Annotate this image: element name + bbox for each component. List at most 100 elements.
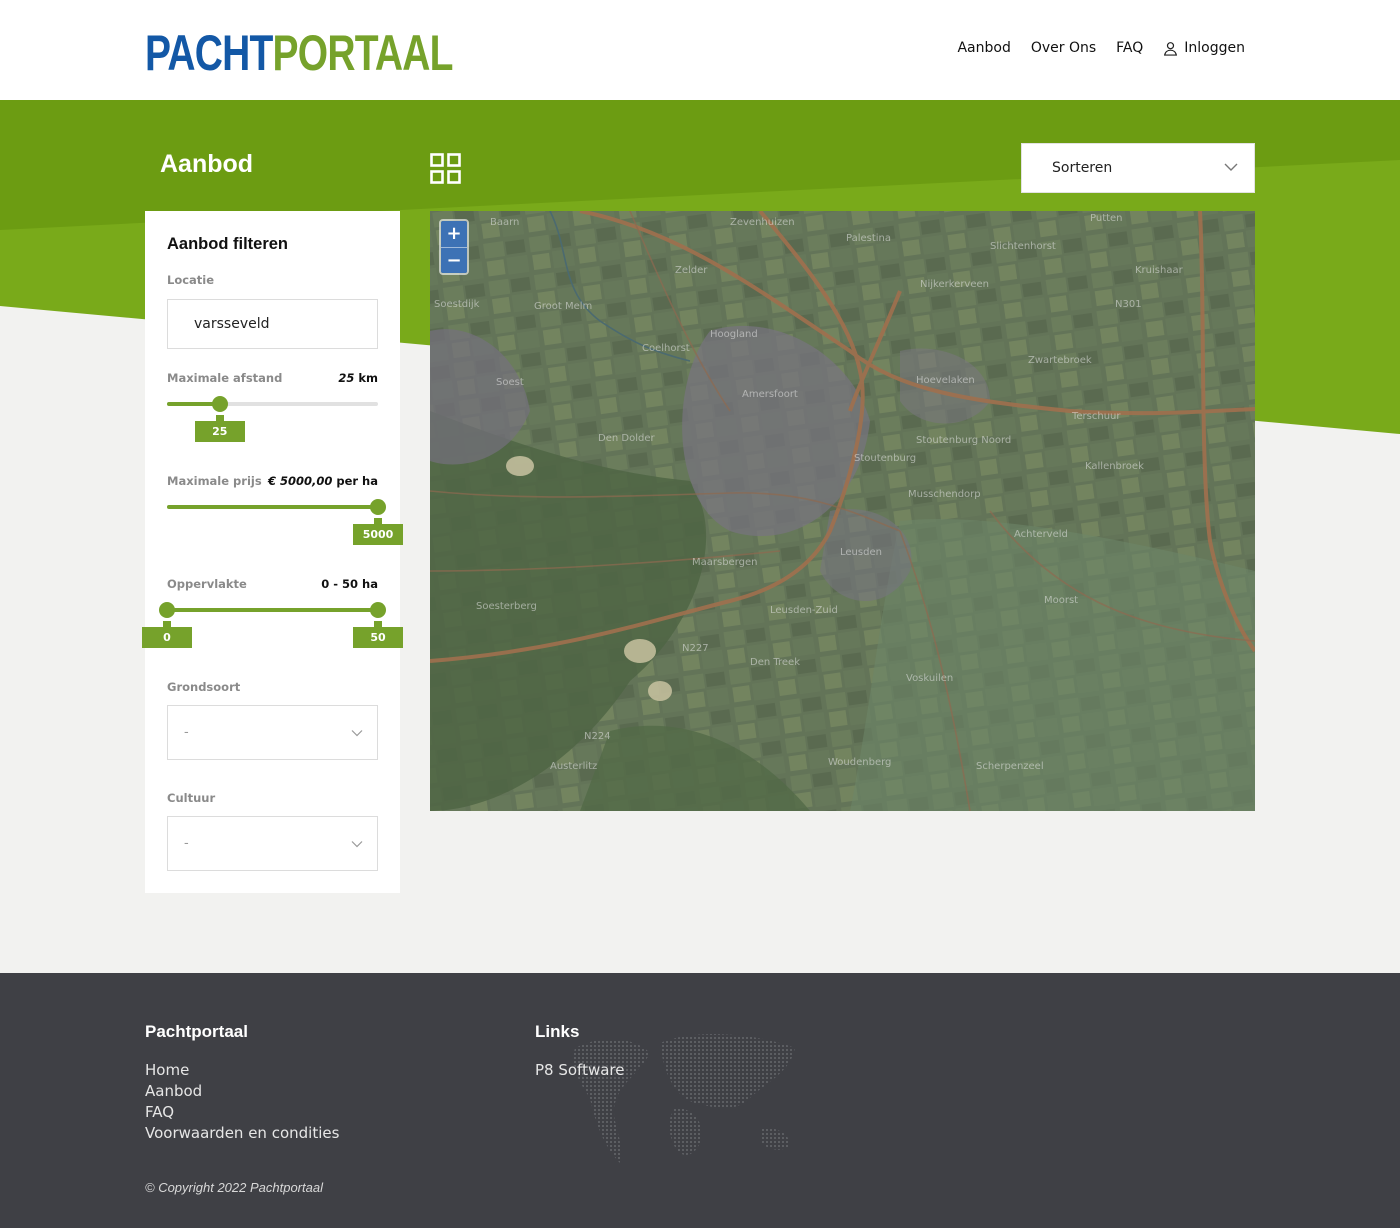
map[interactable]: + − Baarn Zevenhuizen Palestina Slichten…	[430, 211, 1255, 811]
map-label: Palestina	[846, 233, 892, 244]
map-label: Coelhorst	[642, 343, 690, 354]
page-title: Aanbod	[160, 150, 254, 178]
grid-icon[interactable]	[430, 153, 461, 184]
soil-value: -	[184, 725, 189, 740]
map-label: Kruishaar	[1135, 265, 1183, 276]
map-label: Leusden-Zuid	[770, 605, 838, 616]
map-label: Kallenbroek	[1085, 461, 1144, 472]
map-label: Leusden	[840, 547, 882, 558]
map-label: Woudenberg	[828, 757, 892, 768]
map-label: Voskuilen	[906, 673, 954, 684]
user-icon	[1164, 41, 1178, 56]
footer-links-main: Home Aanbod FAQ Voorwaarden en condities	[145, 1060, 339, 1144]
map-label: Soestdijk	[434, 299, 480, 310]
map-label: Stoutenburg Noord	[916, 435, 1012, 446]
footer-link-home[interactable]: Home	[145, 1060, 339, 1081]
nav-login-label: Inloggen	[1184, 40, 1245, 56]
filter-title: Aanbod filteren	[167, 235, 289, 253]
map-label: Putten	[1090, 213, 1123, 224]
distance-number: 25	[338, 371, 355, 385]
price-number: € 5000,00	[267, 474, 333, 488]
distance-label: Maximale afstand	[167, 371, 283, 385]
price-slider-fill	[167, 505, 378, 509]
map-label: N227	[682, 643, 709, 654]
zoom-out-button[interactable]: −	[441, 247, 467, 273]
chevron-down-icon	[351, 841, 363, 848]
chevron-down-icon	[351, 730, 363, 737]
copyright: © Copyright 2022 Pachtportaal	[145, 1180, 323, 1195]
area-slider-max-thumb[interactable]	[370, 602, 386, 618]
price-tooltip: 5000	[353, 518, 403, 545]
area-slider[interactable]: 0 50	[142, 602, 403, 648]
area-max-tooltip: 50	[353, 621, 403, 648]
map-label: Stoutenburg	[854, 453, 917, 464]
map-zoom-controls: + −	[439, 219, 469, 275]
soil-label: Grondsoort	[167, 680, 241, 694]
map-label: Hoevelaken	[916, 375, 975, 386]
footer-link-faq[interactable]: FAQ	[145, 1102, 339, 1123]
world-map-graphic	[573, 1033, 795, 1163]
area-value: 0 - 50 ha	[321, 577, 378, 591]
map-label: Groot Melm	[534, 301, 593, 312]
map-label: Soest	[496, 377, 524, 388]
area-slider-fill	[167, 608, 378, 612]
map-label: Zwartebroek	[1028, 355, 1092, 366]
nav-faq[interactable]: FAQ	[1116, 40, 1143, 56]
zoom-in-button[interactable]: +	[441, 221, 467, 247]
filter-panel: Aanbod filteren Locatie varsseveld Maxim…	[142, 211, 403, 893]
location-label: Locatie	[167, 273, 215, 287]
map-label: Hoogland	[710, 329, 758, 340]
price-slider[interactable]: 5000	[167, 499, 403, 545]
map-label: Achterveld	[1014, 529, 1068, 540]
area-slider-min-thumb[interactable]	[159, 602, 175, 618]
logo[interactable]: PACHT PORTAAL	[145, 22, 453, 78]
map-label: N301	[1115, 299, 1142, 310]
distance-slider[interactable]: 25	[167, 396, 378, 442]
map-label: Baarn	[490, 217, 520, 228]
map-label: Austerlitz	[550, 761, 598, 772]
footer-link-aanbod[interactable]: Aanbod	[145, 1081, 339, 1102]
site-footer: Pachtportaal Home Aanbod FAQ Voorwaarden…	[0, 973, 1400, 1228]
soil-select[interactable]: -	[167, 705, 378, 760]
price-unit: per ha	[336, 474, 378, 488]
nav-over-ons[interactable]: Over Ons	[1031, 40, 1096, 56]
crop-label: Cultuur	[167, 791, 216, 805]
chevron-down-icon	[1224, 163, 1238, 171]
site-header: PACHT PORTAAL Aanbod Over Ons FAQ Inlogge…	[0, 0, 1400, 100]
map-label: Terschuur	[1072, 411, 1121, 422]
map-label: Nijkerkerveen	[920, 279, 989, 290]
crop-select[interactable]: -	[167, 816, 378, 871]
map-label: Den Treek	[750, 657, 800, 668]
map-label: Moorst	[1044, 595, 1079, 606]
map-label: Scherpenzeel	[976, 761, 1044, 772]
location-input[interactable]: varsseveld	[167, 299, 378, 349]
footer-link-p8-software[interactable]: P8 Software	[535, 1060, 624, 1081]
distance-slider-thumb[interactable]	[211, 396, 228, 412]
footer-title-links: Links	[535, 1022, 580, 1041]
area-label: Oppervlakte	[167, 577, 247, 591]
footer-title-pachtportaal: Pachtportaal	[145, 1022, 248, 1041]
map-label: Musschendorp	[908, 489, 981, 500]
map-label: Zelder	[675, 265, 708, 276]
sort-label: Sorteren	[1052, 160, 1113, 176]
map-label: Zevenhuizen	[730, 217, 795, 228]
footer-links-external: P8 Software	[535, 1060, 624, 1081]
distance-value: 25 km	[338, 371, 378, 385]
main-nav: Aanbod Over Ons FAQ Inloggen	[957, 40, 1245, 56]
location-value: varsseveld	[194, 316, 270, 332]
map-label: Maarsbergen	[692, 557, 758, 568]
distance-tooltip: 25	[194, 415, 245, 442]
logo-text-portaal: PORTAAL	[272, 25, 454, 81]
footer-link-voorwaarden[interactable]: Voorwaarden en condities	[145, 1123, 339, 1144]
price-value: € 5000,00 per ha	[268, 474, 378, 488]
sort-dropdown[interactable]: Sorteren	[1021, 143, 1255, 193]
map-label: N224	[584, 731, 611, 742]
crop-value: -	[184, 836, 189, 851]
map-label: Slichtenhorst	[990, 241, 1056, 252]
map-label: Soesterberg	[476, 601, 537, 612]
nav-login[interactable]: Inloggen	[1163, 40, 1245, 56]
distance-unit: km	[358, 371, 378, 385]
nav-aanbod[interactable]: Aanbod	[957, 40, 1010, 56]
logo-text-pacht: PACHT	[145, 25, 273, 81]
price-slider-thumb[interactable]	[370, 499, 386, 515]
